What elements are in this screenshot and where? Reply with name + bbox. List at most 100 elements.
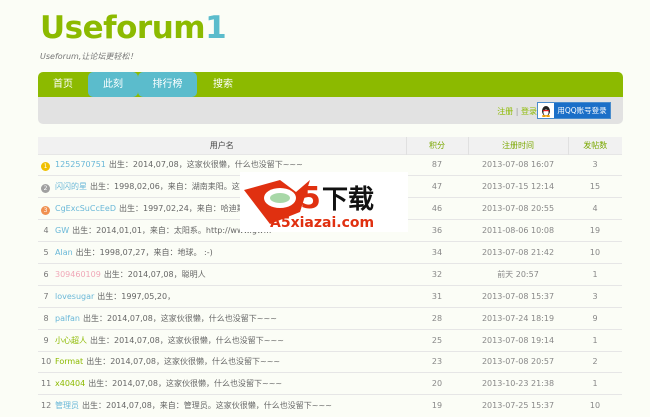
user-desc: 出生：1998,07,27，来自：地球。 :-) [75, 248, 213, 257]
rank-medal-icon: 1 [41, 161, 50, 171]
score-cell: 25 [406, 328, 468, 352]
nav-tab-home[interactable]: 首页 [38, 72, 88, 97]
col-posts: 发帖数 [568, 137, 622, 154]
score-cell: 34 [406, 241, 468, 264]
posts-cell: 10 [568, 394, 622, 417]
user-desc: 出生：2014,07,08，聪明人 [103, 269, 206, 279]
user-desc: 出生：2014,07,08，这家伙很懒，什么也没留下~~~ [83, 313, 277, 323]
score-cell: 23 [406, 350, 468, 373]
posts-cell: 1 [568, 262, 622, 286]
posts-cell: 2 [568, 350, 622, 373]
user-cell: 7 lovesugar 出生：1997,05,20， [38, 284, 406, 308]
site-logo[interactable]: Useforum1 [40, 10, 227, 46]
user-desc: 出生：1997,05,20， [97, 291, 176, 301]
nav-tab-search[interactable]: 搜索 [198, 72, 248, 97]
user-cell: 9 小心超人 出生：2014,07,08，这家伙很懒，什么也没留下~~~ [38, 328, 406, 352]
user-cell: 6 309460109 出生：2014,07,08，聪明人 [38, 262, 406, 286]
username-link[interactable]: Alan [55, 248, 73, 257]
table-row: 7 lovesugar 出生：1997,05,20， 31 2013-07-08 1… [38, 284, 622, 308]
table-row: 5 Alan 出生：1998,07,27，来自：地球。 :-) 34 2013-07… [38, 241, 622, 264]
rank-medal-icon: 2 [41, 183, 50, 193]
username-link[interactable]: CgExcSuCcEeD [55, 204, 116, 213]
posts-cell: 19 [568, 219, 622, 242]
main-nav: 首页 此刻 排行榜 搜索 [38, 72, 623, 97]
rank-number: 4 [43, 226, 49, 236]
reg-time-cell: 2013-07-08 19:14 [468, 328, 568, 352]
username-link[interactable]: 管理员 [55, 401, 79, 410]
rank-number: 8 [43, 313, 49, 323]
reg-time-cell: 2013-07-08 15:37 [468, 284, 568, 308]
table-row: 9 小心超人 出生：2014,07,08，这家伙很懒，什么也没留下~~~ 25 20… [38, 328, 622, 352]
user-desc: 出生：2014,07,08，这家伙很懒，什么也没留下~~~ [88, 379, 283, 389]
username-link[interactable]: palfan [55, 314, 80, 323]
posts-cell: 10 [568, 241, 622, 264]
score-cell: 20 [406, 372, 468, 395]
nav-tab-now[interactable]: 此刻 [88, 72, 138, 97]
user-desc: 出生：2014,07,08，这家伙很懒，什么也没留下~~~ [108, 159, 303, 169]
user-cell: 11 x40404 出生：2014,07,08，这家伙很懒，什么也没留下~~~ [38, 372, 406, 395]
user-desc: 出生：2014,07,08，这家伙很懒，什么也没留下~~~ [90, 335, 284, 345]
register-link[interactable]: 注册 [497, 107, 513, 116]
username-link[interactable]: GW [55, 226, 69, 235]
user-cell: 10 Format 出生：2014,07,08，这家伙很懒，什么也没留下~~~ [38, 350, 406, 373]
posts-cell: 15 [568, 175, 622, 198]
user-cell: 5 Alan 出生：1998,07,27，来自：地球。 :-) [38, 241, 406, 264]
reg-time-cell: 2013-07-24 18:19 [468, 306, 568, 330]
score-cell: 87 [406, 153, 468, 176]
user-desc: 出生：2014,07,08，这家伙很懒，什么也没留下~~~ [86, 357, 281, 367]
reg-time-cell: 2013-07-08 20:57 [468, 350, 568, 373]
score-cell: 36 [406, 219, 468, 242]
user-cell: 8 palfan 出生：2014,07,08，这家伙很懒，什么也没留下~~~ [38, 306, 406, 330]
score-cell: 28 [406, 306, 468, 330]
reg-time-cell: 2013-07-08 21:42 [468, 241, 568, 264]
posts-cell: 9 [568, 306, 622, 330]
rank-number: 9 [43, 335, 49, 345]
rank-number: 12 [41, 401, 52, 411]
login-link[interactable]: 登录 [521, 107, 537, 116]
site-slogan: Useforum,让论坛更轻松！ [40, 52, 138, 61]
username-link[interactable]: Format [55, 357, 83, 366]
reg-time-cell: 前天 20:57 [468, 262, 568, 286]
reg-time-cell: 2013-07-08 16:07 [468, 153, 568, 176]
qq-login-button[interactable]: 用QQ账号登录 [537, 102, 611, 119]
posts-cell: 3 [568, 153, 622, 176]
col-username: 用户名 [38, 137, 407, 154]
reg-time-cell: 2013-07-25 15:37 [468, 394, 568, 417]
username-link[interactable]: 闪闪的星 [55, 182, 87, 191]
reg-time-cell: 2013-07-15 12:14 [468, 175, 568, 198]
svg-text:5: 5 [300, 181, 321, 216]
reg-time-cell: 2013-10-23 21:38 [468, 372, 568, 395]
watermark-logo: 5 下载 A5xiazai.com [240, 172, 408, 232]
svg-text:A5xiazai.com: A5xiazai.com [270, 215, 374, 231]
rank-number: 11 [41, 379, 52, 389]
qq-penguin-icon [538, 103, 554, 118]
reg-time-cell: 2013-07-08 20:55 [468, 197, 568, 220]
username-link[interactable]: 小心超人 [55, 336, 87, 345]
score-cell: 32 [406, 262, 468, 286]
table-row: 10 Format 出生：2014,07,08，这家伙很懒，什么也没留下~~~ 23… [38, 350, 622, 373]
user-cell: 12 管理员 出生：2014,07,08，来自：管理员。这家伙很懒，什么也没留下~~… [38, 394, 406, 417]
score-cell: 31 [406, 284, 468, 308]
table-row: 12 管理员 出生：2014,07,08，来自：管理员。这家伙很懒，什么也没留下~~… [38, 394, 622, 417]
rank-medal-icon: 3 [41, 205, 50, 215]
username-link[interactable]: lovesugar [55, 292, 94, 301]
score-cell: 46 [406, 197, 468, 220]
nav-tab-ranking[interactable]: 排行榜 [138, 72, 197, 97]
posts-cell: 3 [568, 284, 622, 308]
username-link[interactable]: 1252570751 [55, 160, 106, 169]
username-link[interactable]: x40404 [55, 379, 85, 388]
rank-number: 10 [41, 357, 52, 367]
table-row: 6 309460109 出生：2014,07,08，聪明人 32 前天 20:57 … [38, 262, 622, 286]
svg-text:下载: 下载 [322, 185, 374, 215]
table-row: 8 palfan 出生：2014,07,08，这家伙很懒，什么也没留下~~~ 28 … [38, 306, 622, 330]
reg-time-cell: 2011-08-06 10:08 [468, 219, 568, 242]
score-cell: 47 [406, 175, 468, 198]
posts-cell: 1 [568, 372, 622, 395]
rank-number: 6 [43, 269, 49, 279]
table-row: 11 x40404 出生：2014,07,08，这家伙很懒，什么也没留下~~~ 20… [38, 372, 622, 395]
posts-cell: 1 [568, 328, 622, 352]
score-cell: 19 [406, 394, 468, 417]
rank-number: 5 [43, 248, 49, 257]
username-link[interactable]: 309460109 [55, 270, 101, 279]
user-desc: 出生：2014,07,08，来自：管理员。这家伙很懒，什么也没留下~~~ [82, 401, 332, 411]
